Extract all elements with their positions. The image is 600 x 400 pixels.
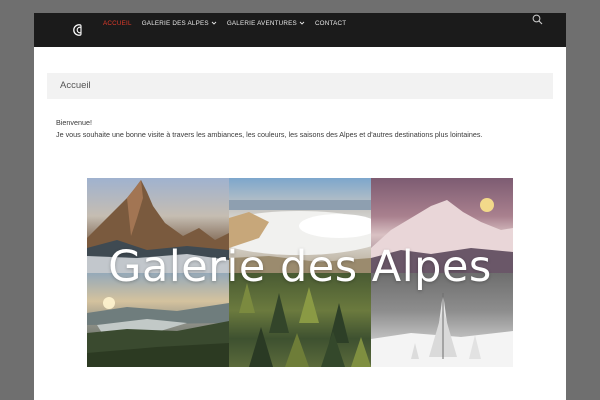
nav-item-accueil[interactable]: ACCUEIL	[103, 20, 132, 27]
page-container: ACCUEIL GALERIE DES ALPES GALERIE AVENTU…	[34, 13, 566, 400]
main-nav: ACCUEIL GALERIE DES ALPES GALERIE AVENTU…	[103, 13, 356, 33]
chevron-down-icon	[299, 21, 305, 25]
nav-item-contact[interactable]: CONTACT	[315, 20, 346, 27]
intro-paragraph: Je vous souhaite une bonne visite à trav…	[56, 130, 483, 139]
chevron-down-icon	[211, 21, 217, 25]
banner-title: Galerie des Alpes	[108, 242, 492, 292]
gallery-banner[interactable]: Galerie des Alpes	[87, 178, 513, 367]
nav-item-label: GALERIE DES ALPES	[141, 19, 209, 27]
nav-item-galerie-aventures[interactable]: GALERIE AVENTURES	[227, 20, 305, 27]
page-title-bar: Accueil	[47, 73, 553, 99]
intro-text: Bienvenue! Je vous souhaite une bonne vi…	[56, 117, 546, 141]
page-title: Accueil	[60, 80, 91, 91]
greeting-text: Bienvenue!	[56, 118, 92, 127]
nav-item-label: ACCUEIL	[103, 19, 132, 27]
nav-item-galerie-des-alpes[interactable]: GALERIE DES ALPES	[142, 20, 217, 27]
logo-icon[interactable]	[71, 23, 85, 37]
nav-item-label: GALERIE AVENTURES	[226, 19, 297, 27]
nav-item-label: CONTACT	[314, 19, 347, 27]
search-icon[interactable]	[532, 14, 543, 25]
top-navbar: ACCUEIL GALERIE DES ALPES GALERIE AVENTU…	[34, 13, 566, 47]
